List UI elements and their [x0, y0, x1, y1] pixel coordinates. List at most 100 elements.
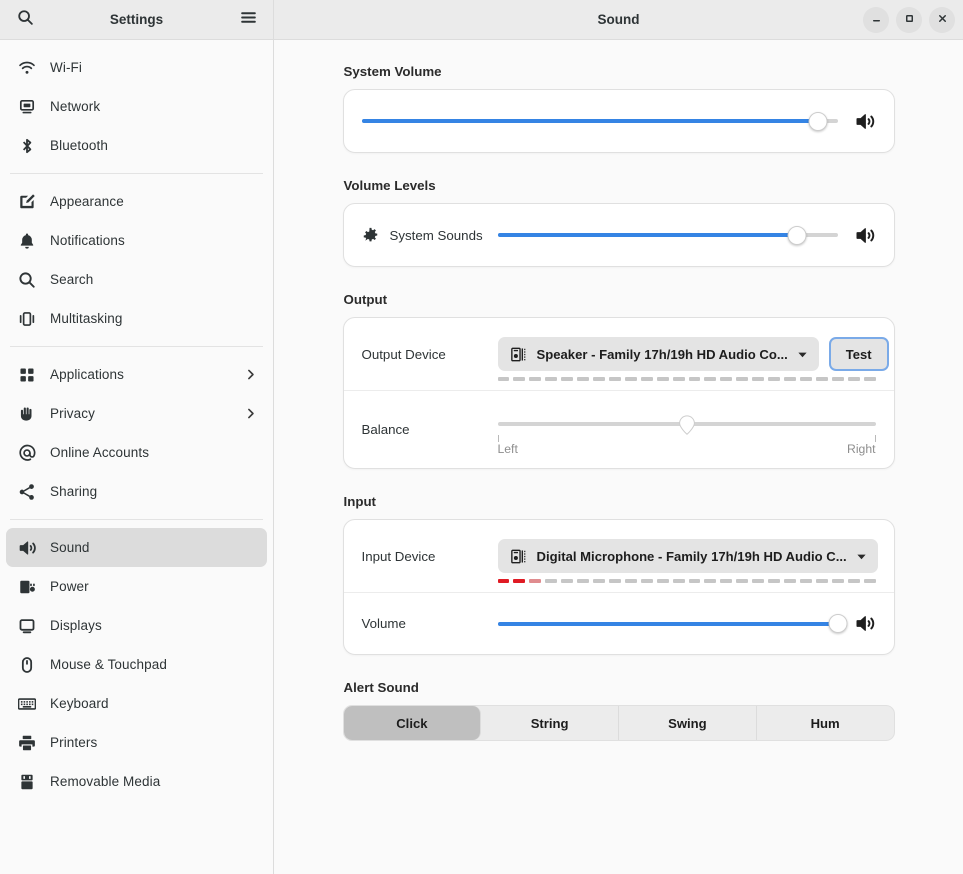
- monitor-icon: [18, 617, 36, 635]
- slider-fill: [362, 119, 819, 123]
- sidebar-item-privacy[interactable]: Privacy: [6, 394, 267, 433]
- meter-segment: [498, 377, 510, 381]
- meter-segment: [848, 579, 860, 583]
- meter-segment: [704, 579, 716, 583]
- sidebar-item-multitasking[interactable]: Multitasking: [6, 299, 267, 338]
- chevron-right-icon: [244, 368, 257, 381]
- balance-label: Balance: [362, 422, 498, 437]
- sidebar-item-power[interactable]: Power: [6, 567, 267, 606]
- meter-segment: [561, 579, 573, 583]
- meter-segment: [609, 377, 621, 381]
- output-device-controls: Speaker - Family 17h/19h HD Audio Co... …: [498, 337, 889, 371]
- speaker-icon: [18, 539, 36, 557]
- volume-high-icon[interactable]: [854, 613, 876, 634]
- meter-segment: [641, 579, 653, 583]
- sidebar-item-label: Appearance: [50, 194, 124, 209]
- alert-sound-segmented-control[interactable]: ClickStringSwingHum: [343, 705, 895, 741]
- sidebar-item-appearance[interactable]: Appearance: [6, 182, 267, 221]
- meter-segment: [864, 579, 876, 583]
- meter-segment: [673, 377, 685, 381]
- sidebar-item-label: Sharing: [50, 484, 97, 499]
- volume-high-icon[interactable]: [854, 225, 876, 246]
- minimize-icon: [871, 13, 882, 26]
- meter-segment: [784, 579, 796, 583]
- slider-fill: [498, 622, 838, 626]
- meter-segment: [704, 377, 716, 381]
- sidebar-item-removable-media[interactable]: Removable Media: [6, 762, 267, 801]
- input-device-label: Input Device: [362, 549, 498, 564]
- meter-segment: [720, 579, 732, 583]
- chevron-down-icon: [797, 349, 808, 360]
- sidebar-item-sound[interactable]: Sound: [6, 528, 267, 567]
- meter-segment: [593, 579, 605, 583]
- meter-segment: [641, 377, 653, 381]
- meter-segment: [736, 579, 748, 583]
- slider-handle[interactable]: [828, 614, 847, 633]
- sidebar-item-label: Sound: [50, 540, 90, 555]
- sidebar-item-printers[interactable]: Printers: [6, 723, 267, 762]
- sidebar-item-label: Printers: [50, 735, 97, 750]
- meter-segment: [816, 377, 828, 381]
- balance-handle[interactable]: [677, 415, 697, 435]
- sidebar-item-applications[interactable]: Applications: [6, 355, 267, 394]
- removable-media-icon: [18, 773, 36, 791]
- sidebar-divider: [10, 346, 263, 347]
- output-device-row: Output Device: [344, 318, 894, 390]
- input-volume-slider[interactable]: [498, 614, 838, 634]
- meter-segment: [513, 377, 525, 381]
- close-button[interactable]: [929, 7, 955, 33]
- sidebar-item-sharing[interactable]: Sharing: [6, 472, 267, 511]
- search-button[interactable]: [10, 5, 40, 35]
- sidebar-item-wifi[interactable]: Wi-Fi: [6, 48, 267, 87]
- alert-sound-option-click[interactable]: Click: [344, 706, 482, 740]
- sound-page: System Volume: [343, 64, 895, 741]
- sidebar-group-personalization: Appearance Notifications: [6, 180, 267, 340]
- maximize-button[interactable]: [896, 7, 922, 33]
- sidebar-item-network[interactable]: Network: [6, 87, 267, 126]
- main-menu-button[interactable]: [233, 5, 263, 35]
- meter-segment: [768, 579, 780, 583]
- meter-segment: [625, 377, 637, 381]
- audio-card-icon: [511, 346, 528, 363]
- sidebar-item-label: Privacy: [50, 406, 95, 421]
- meter-segment: [625, 579, 637, 583]
- sidebar-nav-list[interactable]: Wi-Fi Network: [0, 40, 273, 874]
- balance-end-labels: Left Right: [498, 442, 876, 456]
- alert-sound-option-string[interactable]: String: [481, 706, 619, 740]
- volume-levels-card: System Sounds: [343, 203, 895, 267]
- sidebar-item-displays[interactable]: Displays: [6, 606, 267, 645]
- meter-segment: [689, 377, 701, 381]
- balance-left-label: Left: [498, 442, 518, 456]
- window-controls: [863, 7, 955, 33]
- output-device-label: Output Device: [362, 347, 498, 362]
- sidebar-item-notifications[interactable]: Notifications: [6, 221, 267, 260]
- alert-sound-option-hum[interactable]: Hum: [757, 706, 894, 740]
- sidebar-item-search[interactable]: Search: [6, 260, 267, 299]
- meter-segment: [513, 579, 525, 583]
- slider-handle[interactable]: [787, 226, 806, 245]
- sidebar-item-keyboard[interactable]: Keyboard: [6, 684, 267, 723]
- output-device-dropdown[interactable]: Speaker - Family 17h/19h HD Audio Co...: [498, 337, 819, 371]
- balance-slider[interactable]: Left Right: [498, 415, 876, 433]
- system-sounds-slider[interactable]: [498, 225, 838, 245]
- volume-high-icon[interactable]: [854, 111, 876, 132]
- system-volume-slider[interactable]: [362, 111, 838, 131]
- close-icon: [937, 13, 948, 26]
- meter-segment: [768, 377, 780, 381]
- test-output-button[interactable]: Test: [829, 337, 889, 371]
- multitasking-icon: [18, 310, 36, 328]
- hand-privacy-icon: [18, 405, 36, 423]
- meter-segment: [529, 377, 541, 381]
- minimize-button[interactable]: [863, 7, 889, 33]
- alert-sound-heading: Alert Sound: [344, 680, 895, 695]
- input-device-dropdown[interactable]: Digital Microphone - Family 17h/19h HD A…: [498, 539, 878, 573]
- alert-sound-option-swing[interactable]: Swing: [619, 706, 757, 740]
- printer-icon: [18, 734, 36, 752]
- mouse-icon: [18, 656, 36, 674]
- gear-icon: [362, 227, 380, 244]
- slider-handle[interactable]: [809, 112, 828, 131]
- sidebar-item-bluetooth[interactable]: Bluetooth: [6, 126, 267, 165]
- keyboard-icon: [18, 695, 36, 713]
- sidebar-item-online-accounts[interactable]: Online Accounts: [6, 433, 267, 472]
- sidebar-item-mouse-touchpad[interactable]: Mouse & Touchpad: [6, 645, 267, 684]
